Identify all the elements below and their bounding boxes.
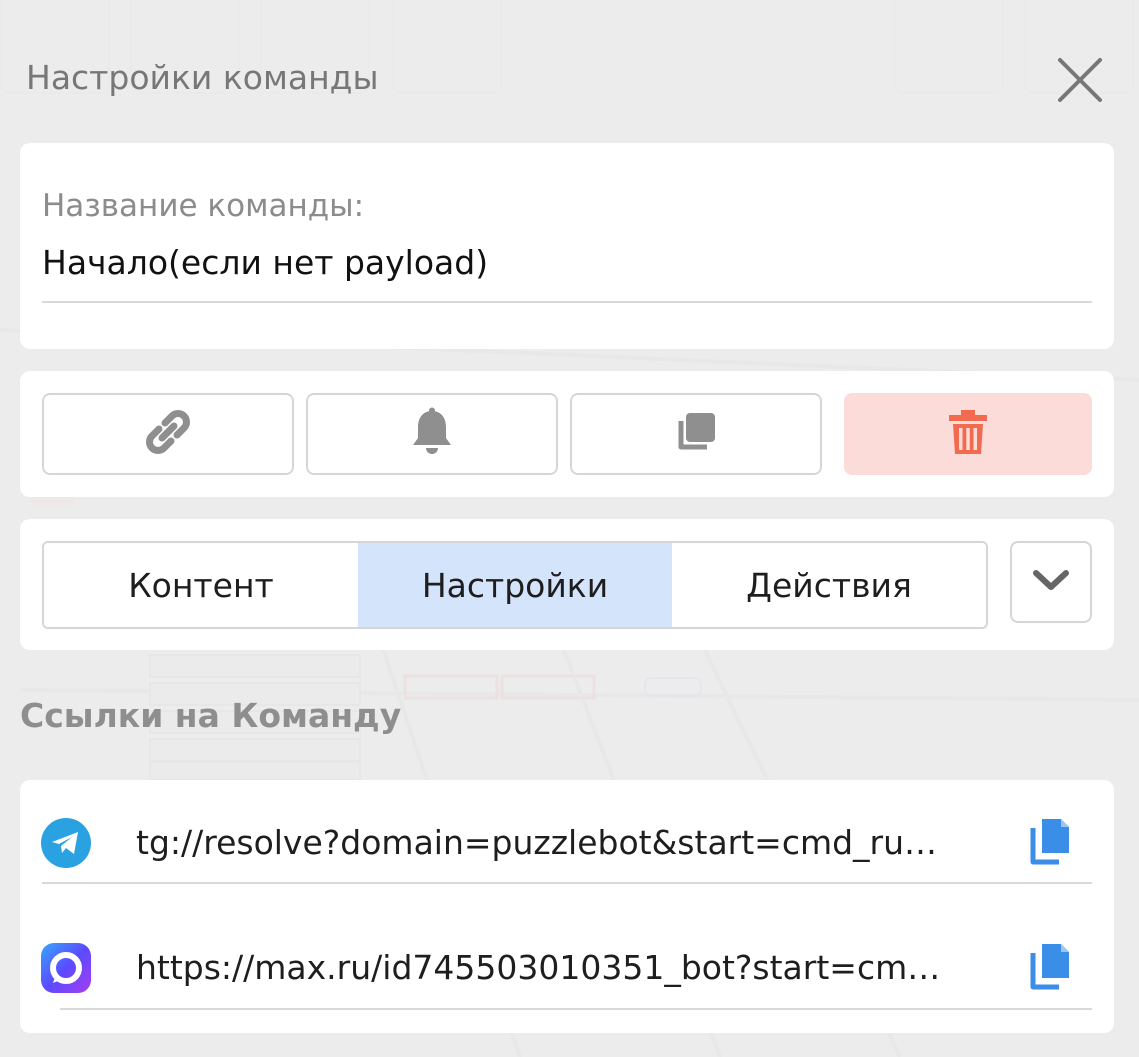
tab-bar: Контент Настройки Действия (42, 541, 988, 629)
link-underline (60, 1008, 1092, 1010)
links-section-title: Ссылки на Команду (20, 696, 402, 735)
close-icon[interactable] (1052, 52, 1108, 108)
copy-icon (674, 410, 718, 458)
dialog-title: Настройки команды (26, 58, 379, 97)
command-name-underline (42, 301, 1092, 303)
link-underline (42, 882, 1092, 884)
max-link-text[interactable]: https://max.ru/id745503010351_bot?start=… (136, 948, 1016, 987)
telegram-icon (40, 817, 92, 873)
command-name-label: Название команды: (42, 188, 365, 224)
tab-content[interactable]: Контент (44, 543, 358, 627)
delete-button[interactable] (844, 393, 1092, 475)
more-dropdown-button[interactable] (1010, 541, 1092, 623)
command-name-card: Название команды: (20, 143, 1114, 349)
link-row-max: https://max.ru/id745503010351_bot?start=… (20, 905, 1114, 1025)
tab-settings[interactable]: Настройки (358, 543, 672, 627)
link-row-telegram: tg://resolve?domain=puzzlebot&start=cmd_… (20, 780, 1114, 900)
bell-icon (409, 407, 455, 461)
max-icon (40, 942, 92, 998)
telegram-link-text[interactable]: tg://resolve?domain=puzzlebot&start=cmd_… (136, 823, 1016, 862)
link-icon (143, 407, 193, 461)
chevron-down-icon (1031, 568, 1071, 596)
copy-icon[interactable] (1028, 817, 1072, 869)
tab-actions[interactable]: Действия (672, 543, 986, 627)
tabs-card: Контент Настройки Действия (20, 519, 1114, 650)
notification-button[interactable] (306, 393, 558, 475)
command-name-input[interactable] (42, 243, 1092, 282)
links-card: tg://resolve?domain=puzzlebot&start=cmd_… (20, 780, 1114, 1033)
command-actions-card (20, 371, 1114, 497)
trash-icon (948, 408, 988, 460)
duplicate-button[interactable] (570, 393, 822, 475)
link-button[interactable] (42, 393, 294, 475)
copy-icon[interactable] (1028, 942, 1072, 994)
